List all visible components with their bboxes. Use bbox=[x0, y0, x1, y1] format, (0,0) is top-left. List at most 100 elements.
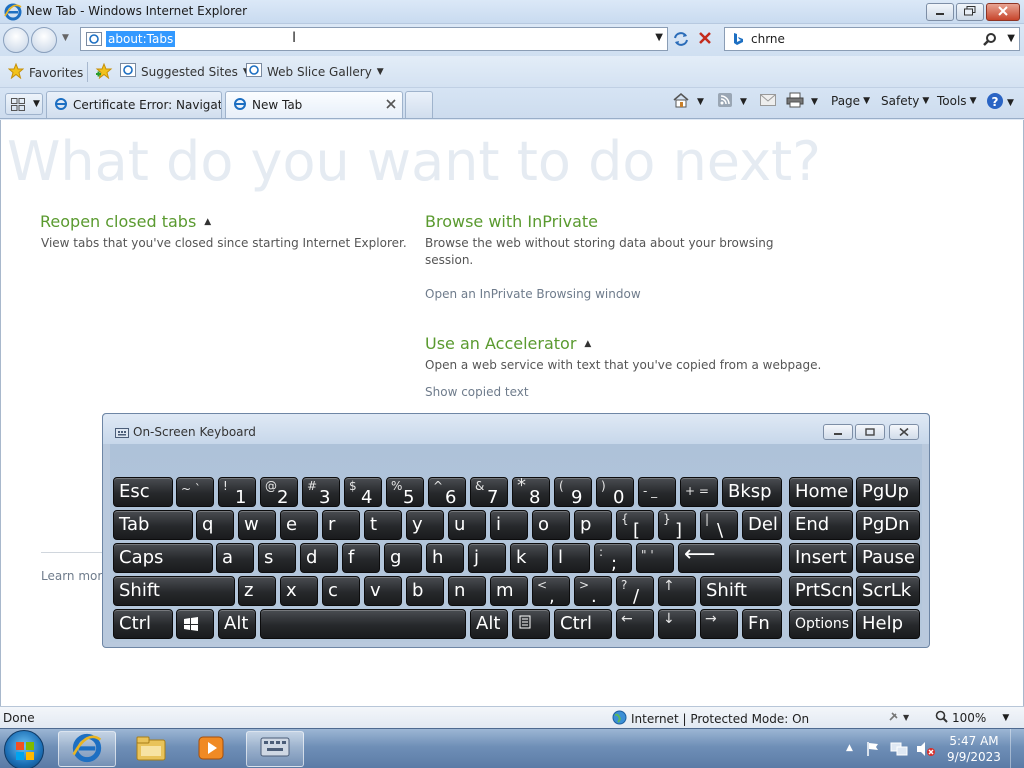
key-r[interactable]: r bbox=[322, 510, 360, 540]
key-windows[interactable] bbox=[176, 609, 214, 639]
key-up-arrow[interactable]: ↑ bbox=[658, 576, 696, 606]
key-left-shift[interactable]: Shift bbox=[113, 576, 235, 606]
volume-muted-icon[interactable] bbox=[916, 741, 936, 760]
key-left-arrow[interactable]: ← bbox=[616, 609, 654, 639]
key-quote[interactable]: " ' bbox=[636, 543, 674, 573]
history-dropdown-icon[interactable]: ▼ bbox=[62, 33, 69, 43]
search-input[interactable]: chrne bbox=[751, 32, 785, 46]
key-n[interactable]: n bbox=[448, 576, 486, 606]
help-key[interactable]: Help bbox=[856, 609, 920, 639]
key-del[interactable]: Del bbox=[742, 510, 782, 540]
show-copied-text-link[interactable]: Show copied text bbox=[425, 385, 529, 399]
key-2[interactable]: @2 bbox=[260, 477, 298, 508]
search-box[interactable]: chrne ▼ bbox=[724, 27, 1020, 51]
zoom-control[interactable]: 100% ▼ bbox=[935, 710, 1009, 726]
osk-title-bar[interactable]: On-Screen Keyboard bbox=[103, 414, 929, 444]
key-slash[interactable]: ? / bbox=[616, 576, 654, 607]
close-window-button[interactable] bbox=[986, 3, 1020, 21]
key-z[interactable]: z bbox=[238, 576, 276, 606]
key-v[interactable]: v bbox=[364, 576, 402, 606]
key-i[interactable]: i bbox=[490, 510, 528, 540]
address-dropdown-icon[interactable]: ▼ bbox=[655, 32, 663, 43]
key-pause[interactable]: Pause bbox=[856, 543, 920, 573]
key-q[interactable]: q bbox=[196, 510, 234, 540]
key-5[interactable]: % 5 bbox=[386, 477, 424, 508]
key-e[interactable]: e bbox=[280, 510, 318, 540]
learn-more-link[interactable]: Learn more bbox=[41, 569, 109, 583]
key-4[interactable]: $4 bbox=[344, 477, 382, 508]
key-left-ctrl[interactable]: Ctrl bbox=[113, 609, 173, 639]
key-prtscn[interactable]: PrtScn bbox=[789, 576, 853, 606]
key-3[interactable]: #3 bbox=[302, 477, 340, 508]
key-0[interactable]: ) 0 bbox=[596, 477, 634, 508]
favorites-button[interactable]: Favorites bbox=[7, 62, 83, 82]
key-d[interactable]: d bbox=[300, 543, 338, 573]
key-backspace[interactable]: Bksp bbox=[722, 477, 782, 507]
key-plus[interactable]: + = bbox=[680, 477, 718, 507]
read-mail-icon[interactable] bbox=[760, 94, 776, 109]
minimize-button[interactable] bbox=[926, 3, 954, 21]
open-inprivate-link[interactable]: Open an InPrivate Browsing window bbox=[425, 287, 641, 301]
key-open-bracket[interactable]: {[ bbox=[616, 510, 654, 541]
osk-maximize-button[interactable] bbox=[855, 424, 885, 440]
web-slice-gallery-link[interactable]: Web Slice Gallery ▼ bbox=[246, 63, 384, 80]
search-icon[interactable] bbox=[983, 32, 997, 49]
key-l[interactable]: l bbox=[552, 543, 590, 573]
key-8[interactable]: * 8 bbox=[512, 475, 550, 508]
tab-new-tab[interactable]: New Tab bbox=[225, 91, 403, 118]
home-button[interactable]: ▼ bbox=[672, 92, 704, 111]
key-p[interactable]: p bbox=[574, 510, 612, 540]
refresh-icon[interactable] bbox=[672, 30, 690, 51]
key-right-shift[interactable]: Shift bbox=[700, 576, 782, 606]
key-a[interactable]: a bbox=[216, 543, 254, 573]
key-pgdn[interactable]: PgDn bbox=[856, 510, 920, 540]
key-minus[interactable]: - _ bbox=[638, 477, 676, 507]
key-fn[interactable]: Fn bbox=[742, 609, 782, 639]
key-esc[interactable]: Esc bbox=[113, 477, 173, 507]
new-tab-button[interactable] bbox=[405, 91, 433, 118]
key-end[interactable]: End bbox=[789, 510, 853, 540]
key-7[interactable]: & 7 bbox=[470, 477, 508, 508]
key-space[interactable] bbox=[260, 609, 466, 639]
osk-minimize-button[interactable] bbox=[823, 424, 853, 440]
tab-certificate-error[interactable]: Certificate Error: Navigatio... bbox=[46, 91, 222, 118]
key-k[interactable]: k bbox=[510, 543, 548, 573]
key-pgup[interactable]: PgUp bbox=[856, 477, 920, 507]
use-accelerator-heading[interactable]: Use an Accelerator ▲ bbox=[425, 334, 591, 353]
key-period[interactable]: >. bbox=[574, 576, 612, 607]
key-tilde[interactable]: ~ ` bbox=[176, 477, 214, 507]
key-down-arrow[interactable]: ↓ bbox=[658, 609, 696, 639]
protected-mode-icon[interactable]: ▼ bbox=[886, 710, 912, 727]
add-to-favorites-bar-icon[interactable] bbox=[95, 62, 113, 82]
tools-menu[interactable]: Tools ▼ bbox=[937, 94, 976, 108]
print-button[interactable]: ▼ bbox=[786, 92, 818, 111]
reopen-closed-tabs-heading[interactable]: Reopen closed tabs ▲ bbox=[40, 212, 211, 231]
key-right-arrow[interactable]: → bbox=[700, 609, 738, 639]
key-o[interactable]: o bbox=[532, 510, 570, 540]
key-insert[interactable]: Insert bbox=[789, 543, 853, 573]
forward-button[interactable] bbox=[31, 27, 57, 53]
key-semicolon[interactable]: :; bbox=[594, 543, 632, 574]
key-enter[interactable]: ⟵ bbox=[678, 542, 782, 573]
network-icon[interactable] bbox=[890, 741, 908, 760]
key-c[interactable]: c bbox=[322, 576, 360, 606]
address-input[interactable]: about:Tabs bbox=[106, 31, 176, 47]
osk-close-button[interactable] bbox=[889, 424, 919, 440]
safety-menu[interactable]: Safety ▼ bbox=[881, 94, 929, 108]
feeds-button[interactable]: ▼ bbox=[717, 92, 747, 111]
quick-tabs-button[interactable]: ▼ bbox=[5, 93, 43, 115]
key-b[interactable]: b bbox=[406, 576, 444, 606]
key-m[interactable]: m bbox=[490, 576, 528, 606]
search-options-dropdown-icon[interactable]: ▼ bbox=[1007, 33, 1015, 44]
key-backslash[interactable]: | \ bbox=[700, 510, 738, 541]
key-tab[interactable]: Tab bbox=[113, 510, 193, 540]
show-hidden-icons-icon[interactable]: ▲ bbox=[846, 743, 853, 753]
close-tab-icon[interactable] bbox=[386, 98, 396, 112]
show-desktop-button[interactable] bbox=[1010, 729, 1024, 768]
key-left-alt[interactable]: Alt bbox=[218, 609, 256, 639]
key-9[interactable]: (9 bbox=[554, 477, 592, 508]
help-button[interactable]: ? ▼ bbox=[986, 92, 1014, 113]
key-right-ctrl[interactable]: Ctrl bbox=[554, 609, 612, 639]
taskbar-on-screen-keyboard[interactable] bbox=[246, 731, 304, 767]
system-clock[interactable]: 5:47 AM 9/9/2023 bbox=[944, 733, 1004, 765]
